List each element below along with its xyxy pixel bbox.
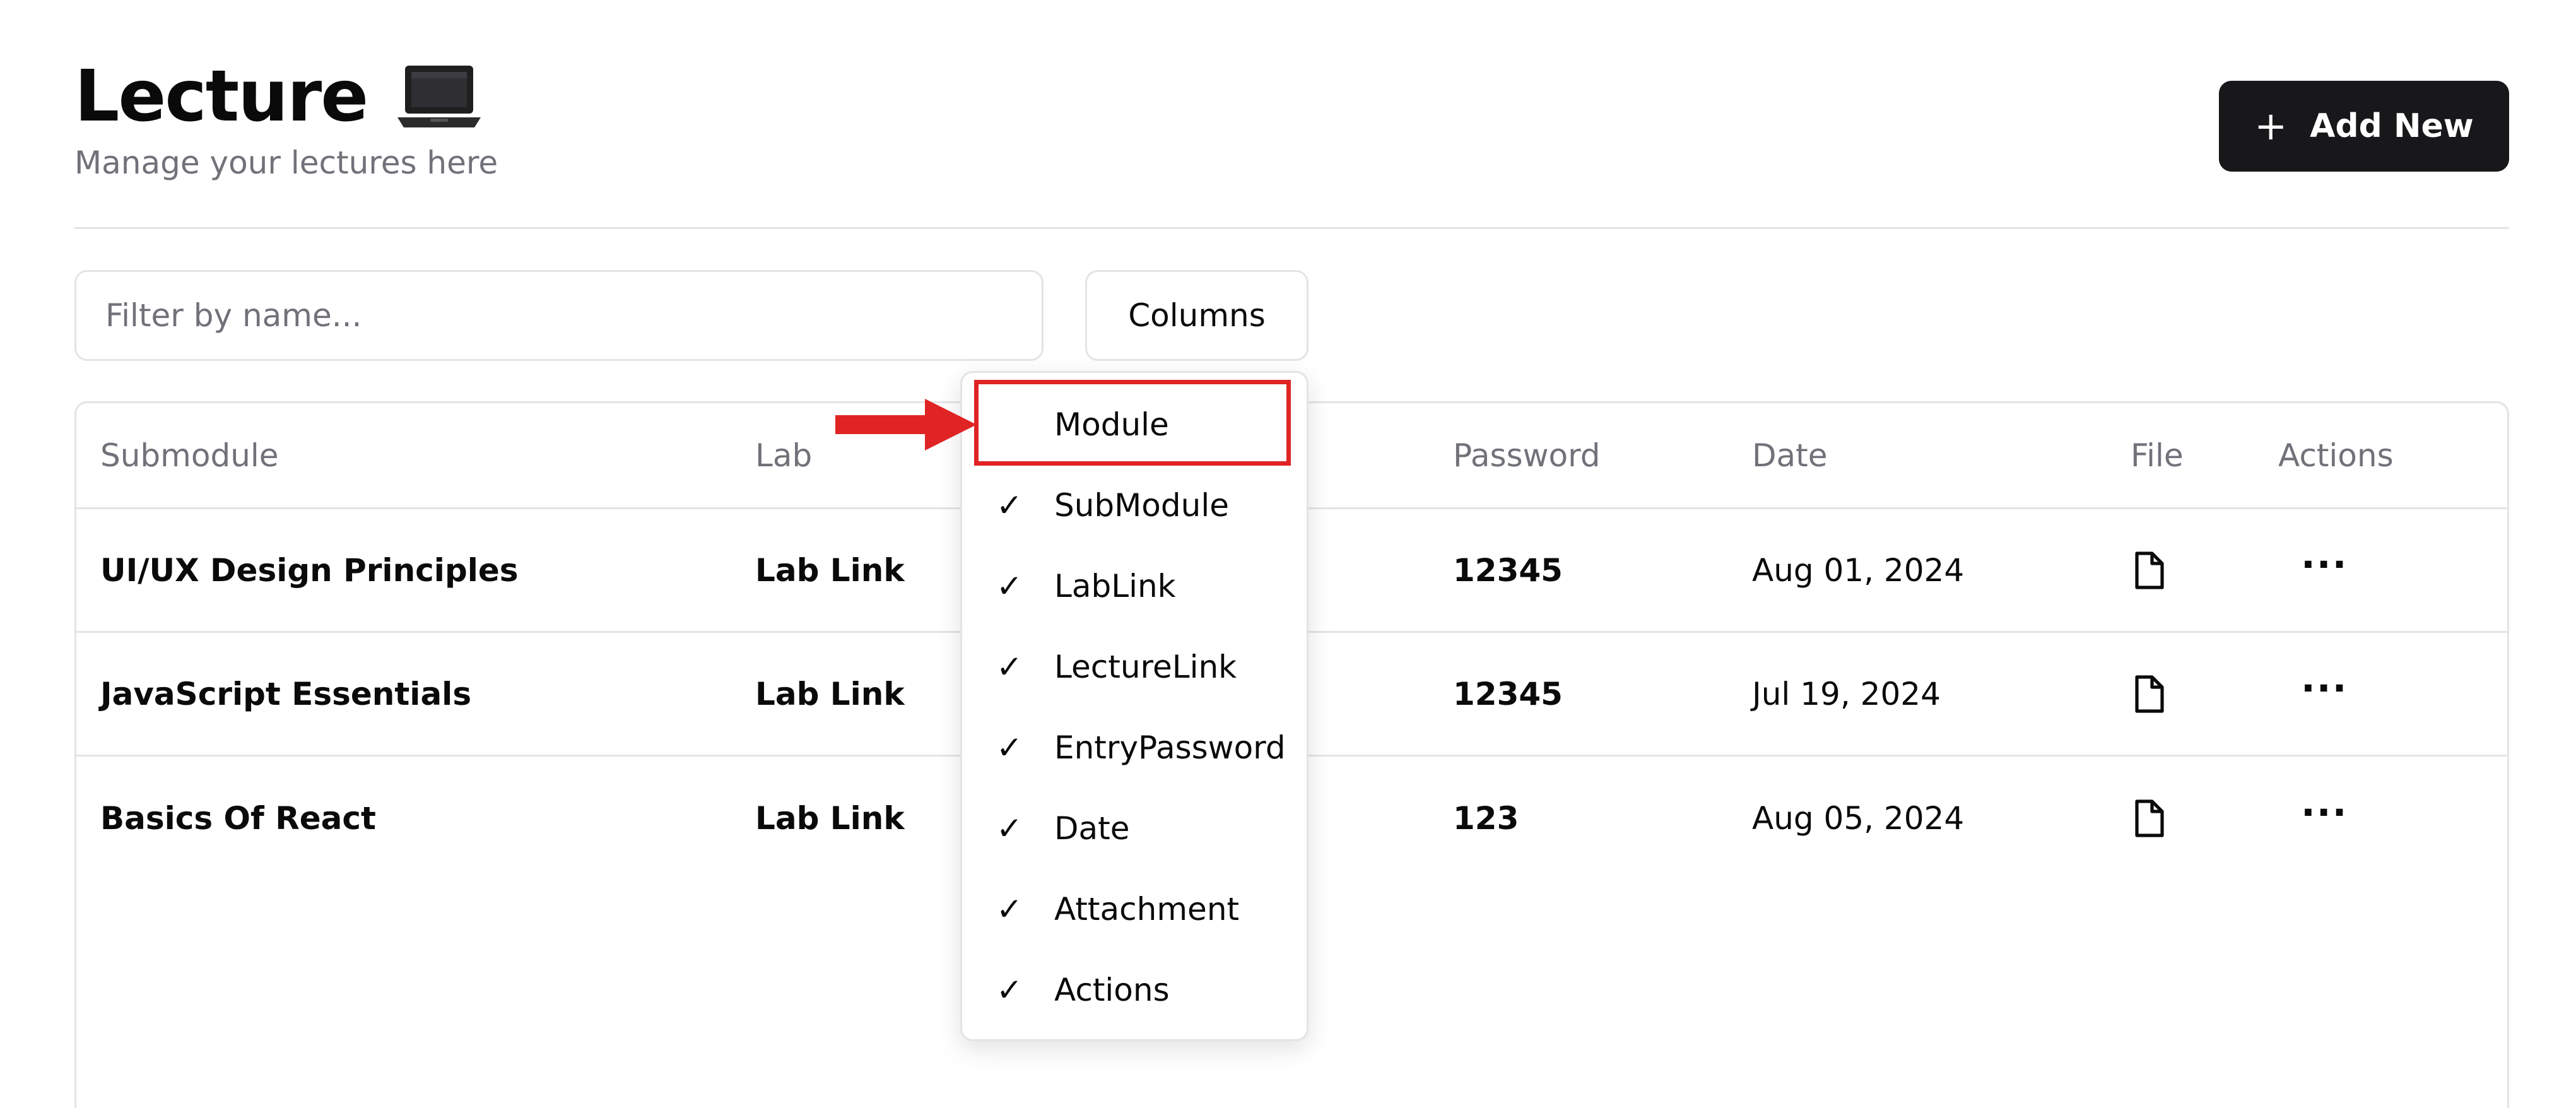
lab-link[interactable]: Lab Link: [755, 633, 905, 755]
file-icon: [2135, 551, 2164, 589]
menu-item-label: LectureLink: [1054, 649, 1237, 685]
menu-item-lecturelink[interactable]: ✓ LectureLink: [962, 627, 1307, 707]
lab-link[interactable]: Lab Link: [755, 757, 905, 880]
menu-item-label: SubModule: [1054, 487, 1229, 524]
laptop-icon: [397, 66, 481, 127]
menu-item-date[interactable]: ✓ Date: [962, 788, 1307, 869]
date-cell: Aug 01, 2024: [1752, 551, 1965, 589]
page-title: Lecture: [74, 56, 368, 138]
row-actions-button[interactable]: ···: [2301, 509, 2348, 631]
check-icon: ✓: [996, 729, 1023, 766]
password-cell: 12345: [1453, 551, 1563, 589]
menu-item-label: Attachment: [1054, 891, 1240, 928]
column-header-file: File: [2131, 437, 2184, 474]
row-actions-button[interactable]: ···: [2301, 633, 2348, 755]
date-cell: Aug 05, 2024: [1752, 800, 1965, 837]
lecture-page: Lecture Manage your lectures here + Add …: [0, 0, 2576, 1108]
column-header-password[interactable]: Password: [1453, 403, 1601, 507]
column-header-lab[interactable]: Lab: [755, 403, 812, 507]
add-new-label: Add New: [2310, 107, 2474, 145]
file-button[interactable]: [2133, 633, 2166, 755]
password-cell: 12345: [1453, 675, 1563, 712]
row-actions-button[interactable]: ···: [2301, 757, 2348, 880]
column-header-submodule[interactable]: Submodule: [100, 403, 279, 507]
header-divider: [74, 227, 2509, 229]
date-cell: Jul 19, 2024: [1752, 675, 1941, 712]
menu-item-label: LabLink: [1054, 568, 1176, 604]
submodule-cell: UI/UX Design Principles: [100, 551, 519, 589]
file-button[interactable]: [2133, 509, 2166, 631]
menu-item-label: Actions: [1054, 972, 1170, 1008]
file-icon: [2135, 675, 2164, 713]
column-header-actions: Actions: [2278, 437, 2394, 474]
add-new-button[interactable]: + Add New: [2219, 81, 2509, 172]
file-button[interactable]: [2133, 757, 2166, 880]
menu-item-label: EntryPassword: [1054, 729, 1286, 766]
submodule-cell: Basics Of React: [100, 800, 376, 837]
columns-button-label: Columns: [1128, 297, 1266, 334]
page-subtitle: Manage your lectures here: [74, 144, 498, 181]
menu-item-label: Date: [1054, 810, 1130, 847]
lab-link[interactable]: Lab Link: [755, 509, 905, 631]
more-icon: ···: [2301, 791, 2348, 835]
columns-button[interactable]: Columns: [1085, 270, 1309, 361]
check-icon: ✓: [996, 568, 1023, 604]
menu-item-attachment[interactable]: ✓ Attachment: [962, 869, 1307, 950]
filter-input[interactable]: [74, 270, 1044, 361]
more-icon: ···: [2301, 666, 2348, 710]
check-icon: ✓: [996, 810, 1023, 847]
submodule-cell: JavaScript Essentials: [100, 675, 472, 712]
menu-item-entrypassword[interactable]: ✓ EntryPassword: [962, 707, 1307, 788]
menu-item-module[interactable]: Module: [962, 384, 1307, 465]
column-header-date[interactable]: Date: [1752, 403, 1828, 507]
password-cell: 123: [1453, 800, 1519, 837]
check-icon: ✓: [996, 487, 1023, 524]
file-icon: [2135, 799, 2164, 837]
columns-menu: Module ✓ SubModule ✓ LabLink ✓ LectureLi…: [960, 371, 1309, 1041]
plus-icon: +: [2254, 103, 2288, 149]
menu-item-label: Module: [1054, 406, 1169, 443]
menu-item-lablink[interactable]: ✓ LabLink: [962, 546, 1307, 627]
check-icon: ✓: [996, 649, 1023, 685]
more-icon: ···: [2301, 542, 2348, 587]
title-wrap: Lecture: [74, 56, 483, 138]
menu-item-actions[interactable]: ✓ Actions: [962, 950, 1307, 1030]
check-icon: ✓: [996, 972, 1023, 1008]
annotation-arrow-icon: [835, 399, 977, 451]
menu-item-submodule[interactable]: ✓ SubModule: [962, 465, 1307, 546]
check-icon: ✓: [996, 891, 1023, 928]
